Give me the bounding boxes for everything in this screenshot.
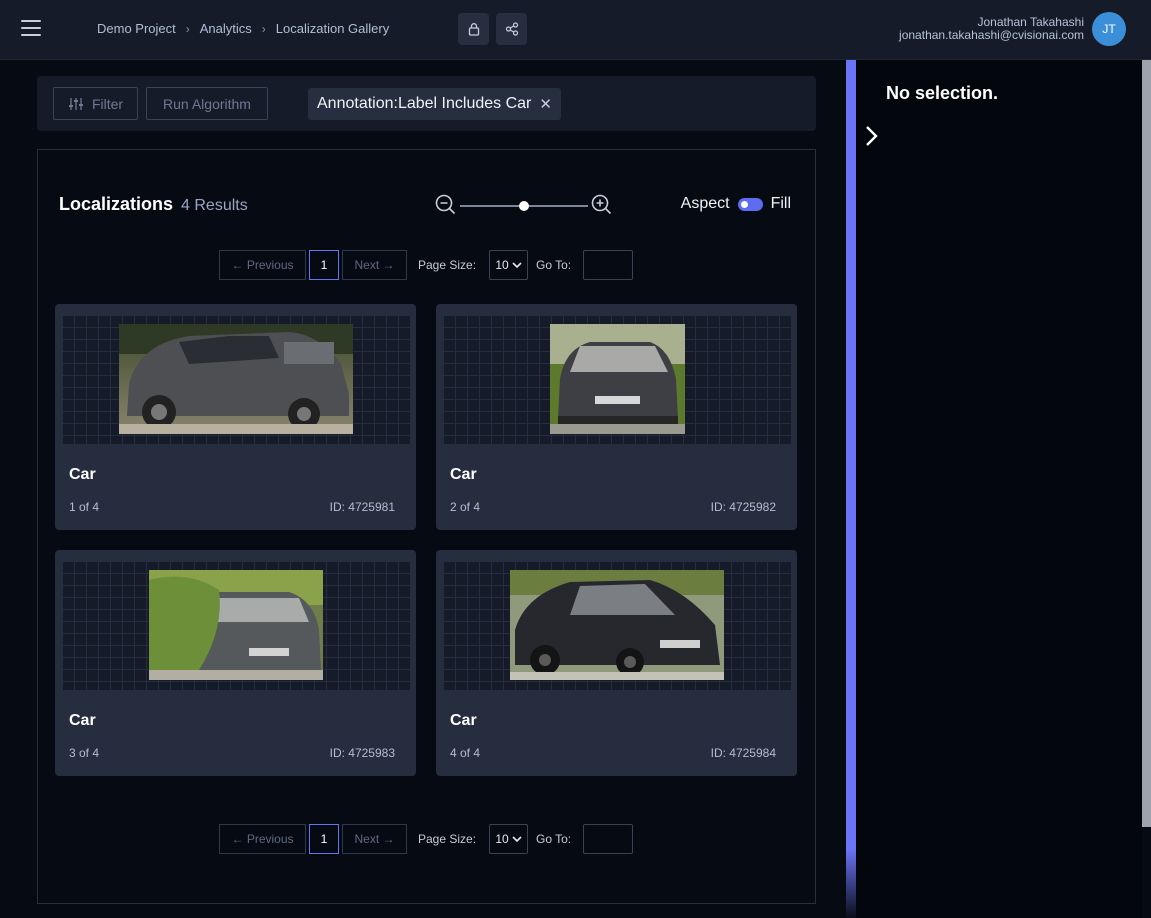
- card-index: 3 of 4: [69, 746, 100, 760]
- lock-button[interactable]: [458, 13, 489, 45]
- page-size-value: 10: [495, 258, 509, 272]
- zoom-out-icon[interactable]: [435, 194, 457, 216]
- zoom-slider-handle[interactable]: [519, 201, 529, 211]
- filter-chip: Annotation:Label Includes Car ✕: [308, 88, 561, 120]
- current-page-button[interactable]: 1: [309, 250, 339, 280]
- card-id: ID: 4725982: [710, 500, 776, 514]
- filter-button[interactable]: Filter: [53, 87, 138, 120]
- page-size-label: Page Size:: [418, 258, 477, 272]
- car-image: [119, 324, 353, 434]
- zoom-control: [435, 194, 613, 216]
- goto-label: Go To:: [536, 258, 572, 272]
- current-page-button[interactable]: 1: [309, 824, 339, 854]
- zoom-in-icon[interactable]: [591, 194, 613, 216]
- page-size-select[interactable]: 10: [489, 824, 528, 854]
- localization-gallery-panel: Localizations 4 Results Aspect Fill ← Pr…: [37, 149, 816, 904]
- chevron-right-icon[interactable]: [864, 124, 880, 148]
- localization-thumbnail: [62, 561, 410, 690]
- localization-thumbnail: [62, 315, 410, 444]
- card-id: ID: 4725984: [710, 746, 776, 760]
- pagination-top: ← Previous 1 Next → Page Size: 10 Go To:: [219, 250, 639, 280]
- next-button[interactable]: Next →: [342, 250, 407, 280]
- page-size-select[interactable]: 10: [489, 250, 528, 280]
- avatar[interactable]: JT: [1092, 12, 1126, 46]
- no-selection-text: No selection.: [886, 83, 999, 103]
- user-email: jonathan.takahashi@cvisionai.com: [899, 28, 1084, 42]
- pagination-bottom: ← Previous 1 Next → Page Size: 10 Go To:: [219, 824, 639, 854]
- breadcrumb-localization-gallery[interactable]: Localization Gallery: [276, 21, 389, 36]
- card-label: Car: [450, 466, 477, 483]
- results-count: 4 Results: [181, 197, 248, 214]
- top-header: Demo Project › Analytics › Localization …: [0, 0, 1151, 60]
- chevron-down-icon: [512, 836, 522, 843]
- card-label: Car: [450, 712, 477, 729]
- card-id: ID: 4725983: [329, 746, 395, 760]
- localization-card[interactable]: Car 4 of 4 ID: 4725984: [436, 550, 797, 776]
- car-image: [550, 324, 685, 434]
- card-index: 4 of 4: [450, 746, 481, 760]
- breadcrumb-project[interactable]: Demo Project: [97, 21, 176, 36]
- localization-thumbnail: [443, 315, 791, 444]
- breadcrumb-analytics[interactable]: Analytics: [200, 21, 252, 36]
- gallery-title: Localizations: [59, 194, 174, 214]
- localization-card[interactable]: Car 3 of 4 ID: 4725983: [55, 550, 416, 776]
- close-icon[interactable]: ✕: [539, 95, 552, 113]
- run-algorithm-button[interactable]: Run Algorithm: [146, 87, 268, 120]
- chevron-right-icon: ›: [261, 21, 266, 36]
- selection-panel: No selection.: [856, 60, 1142, 918]
- aspect-label: Aspect: [680, 195, 730, 212]
- filter-chip-label: Annotation:Label Includes Car: [317, 95, 532, 112]
- aspect-fill-toggle-group: Aspect Fill: [681, 195, 791, 213]
- previous-button[interactable]: ← Previous: [219, 824, 306, 854]
- page-size-value: 10: [495, 832, 509, 846]
- goto-label: Go To:: [536, 832, 572, 846]
- panel-resize-handle[interactable]: [846, 60, 856, 918]
- chevron-right-icon: ›: [185, 21, 190, 36]
- lock-icon: [468, 23, 479, 36]
- car-image: [510, 570, 724, 680]
- next-button[interactable]: Next →: [342, 824, 407, 854]
- card-index: 2 of 4: [450, 500, 481, 514]
- scrollbar[interactable]: [1142, 60, 1151, 827]
- gallery-header: Localizations 4 Results: [59, 194, 248, 215]
- goto-input[interactable]: [583, 250, 633, 280]
- previous-button[interactable]: ← Previous: [219, 250, 306, 280]
- fill-label: Fill: [770, 195, 791, 212]
- breadcrumb: Demo Project › Analytics › Localization …: [97, 21, 389, 36]
- card-label: Car: [69, 712, 96, 729]
- filter-button-label: Filter: [91, 95, 124, 112]
- card-label: Car: [69, 466, 96, 483]
- menu-icon[interactable]: [21, 20, 41, 36]
- share-button[interactable]: [496, 13, 527, 45]
- page-size-label: Page Size:: [418, 832, 477, 846]
- aspect-fill-toggle[interactable]: [737, 197, 763, 211]
- share-icon: [505, 22, 518, 36]
- chevron-down-icon: [512, 262, 522, 269]
- localization-card[interactable]: Car 2 of 4 ID: 4725982: [436, 304, 797, 530]
- localization-thumbnail: [443, 561, 791, 690]
- goto-input[interactable]: [583, 824, 633, 854]
- card-index: 1 of 4: [69, 500, 100, 514]
- card-id: ID: 4725981: [329, 500, 395, 514]
- localization-card[interactable]: Car 1 of 4 ID: 4725981: [55, 304, 416, 530]
- car-image: [149, 570, 323, 680]
- filter-bar: Filter Run Algorithm Annotation:Label In…: [37, 76, 816, 131]
- sliders-icon: [68, 97, 83, 110]
- user-info: Jonathan Takahashi jonathan.takahashi@cv…: [899, 16, 1084, 42]
